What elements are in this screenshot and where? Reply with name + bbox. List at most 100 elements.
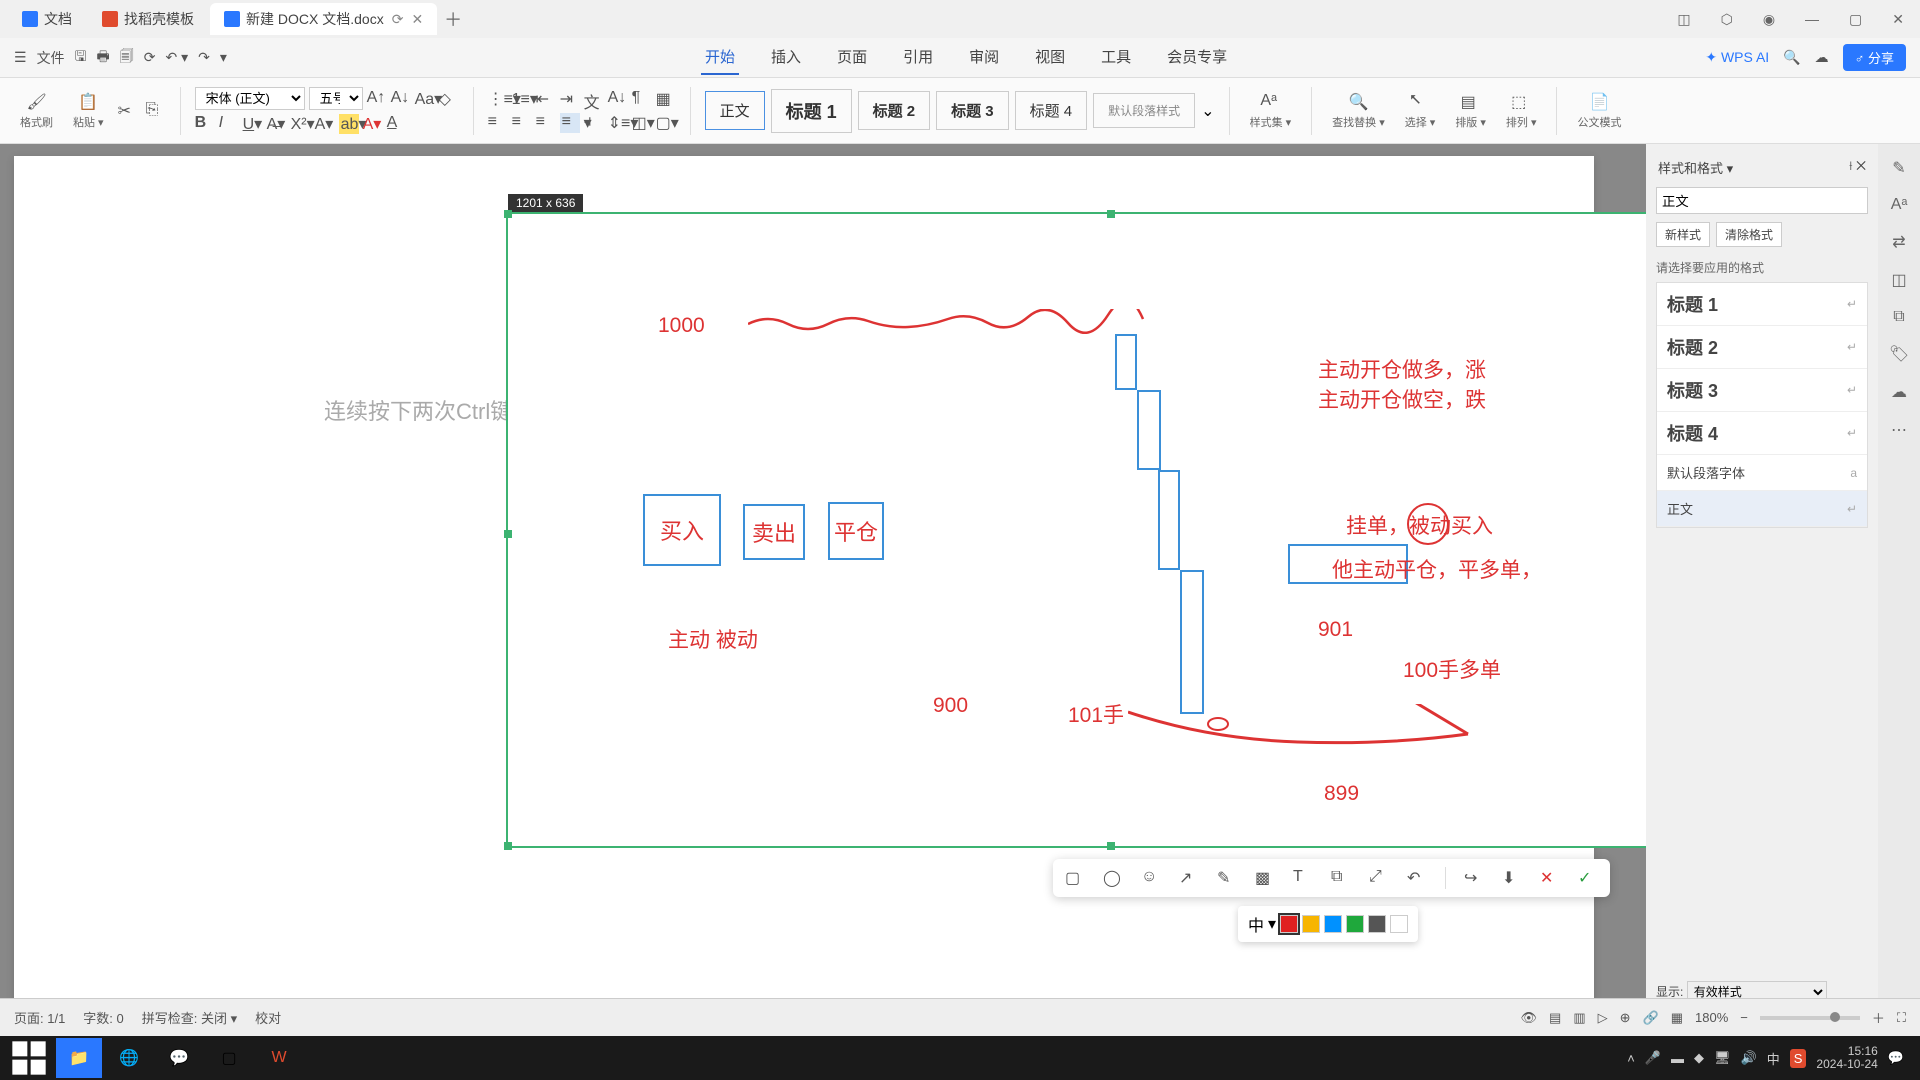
zoom-value[interactable]: 180% (1695, 1010, 1728, 1025)
borders-icon[interactable]: ▢▾ (656, 113, 676, 133)
sort-icon[interactable]: A↓ (608, 89, 628, 109)
download-tool-icon[interactable]: ⬇ (1502, 868, 1522, 888)
style-default[interactable]: 默认段落样式 (1093, 93, 1195, 128)
select-button[interactable]: ⭦选择 ▾ (1399, 92, 1442, 130)
mosaic-tool-icon[interactable]: ▩ (1255, 868, 1275, 888)
italic-icon[interactable]: I (219, 114, 239, 134)
zoom-out-icon[interactable]: − (1740, 1010, 1748, 1025)
tab-member[interactable]: 会员专享 (1163, 40, 1231, 75)
style-item-default[interactable]: 默认段落字体a (1657, 455, 1867, 491)
color-green[interactable] (1346, 915, 1364, 933)
share-tool-icon[interactable]: ↪ (1464, 868, 1484, 888)
tab-review[interactable]: 审阅 (965, 40, 1003, 75)
cut-icon[interactable]: ✂ (118, 101, 138, 121)
avatar-icon[interactable]: ◉ (1755, 7, 1783, 32)
text-direction-icon[interactable]: 文▾ (584, 89, 604, 109)
save-icon[interactable]: 🖫 (75, 46, 87, 70)
share-button[interactable]: ♂ 分享 (1843, 44, 1906, 71)
outdent-icon[interactable]: ⇤ (536, 89, 556, 109)
current-style-input[interactable] (1656, 187, 1868, 214)
close-icon[interactable]: ✕ (411, 11, 423, 28)
close-tab-icon[interactable]: ⟳ (392, 11, 404, 28)
winctrl-icon[interactable]: ◫ (1669, 7, 1698, 32)
tray-app-icon[interactable]: ◆ (1694, 1050, 1704, 1066)
undo-tool-icon[interactable]: ↶ (1407, 868, 1427, 888)
refresh-icon[interactable]: ⟳ (144, 49, 156, 66)
color-yellow[interactable] (1302, 915, 1320, 933)
tab-tools[interactable]: 工具 (1097, 40, 1135, 75)
view-page-icon[interactable]: ▤ (1549, 1010, 1561, 1026)
pin-icon[interactable]: ⟊ (1849, 158, 1852, 173)
close-window-icon[interactable]: ✕ (1884, 7, 1912, 32)
zoom-in-icon[interactable]: ＋ (1872, 1008, 1885, 1027)
close-panel-icon[interactable]: ✕ (1856, 158, 1866, 173)
tray-ime[interactable]: 中 (1767, 1049, 1780, 1068)
tray-up-icon[interactable]: ˄ (1627, 1051, 1635, 1066)
print-preview-icon[interactable]: 🗐 (120, 46, 134, 70)
screenshot-region[interactable]: 1000 买入 卖出 平仓 主动 被动 900 101手 主动开仓做多，涨 主动… (506, 212, 1707, 848)
tab-page[interactable]: 页面 (833, 40, 871, 75)
tab-start[interactable]: 开始 (701, 40, 739, 75)
grid-icon[interactable]: ▦ (656, 89, 676, 109)
doc-mode-button[interactable]: 📄公文模式 (1571, 92, 1627, 130)
pin-tool-icon[interactable]: ⤢ (1369, 868, 1389, 888)
word-count[interactable]: 字数: 0 (83, 1008, 123, 1027)
font-size-select[interactable]: 五号 (309, 87, 363, 110)
emoji-tool-icon[interactable]: ☺ (1141, 868, 1161, 888)
tab-insert[interactable]: 插入 (767, 40, 805, 75)
tab-reference[interactable]: 引用 (899, 40, 937, 75)
font-effect-icon[interactable]: A▾ (315, 114, 335, 134)
line-spacing-icon[interactable]: ⇕≡▾ (608, 113, 628, 133)
tag-icon[interactable]: 🏷 (1889, 344, 1909, 364)
format-brush-group[interactable]: 🖌 格式刷 (14, 92, 59, 130)
style-icon[interactable]: Aᵃ (1891, 196, 1908, 214)
style-h2[interactable]: 标题 2 (858, 91, 931, 130)
ellipse-tool-icon[interactable]: ◯ (1103, 868, 1123, 888)
fullscreen-icon[interactable]: ⛶ (1897, 1010, 1906, 1026)
resize-handle[interactable] (504, 530, 512, 538)
proofread-button[interactable]: 校对 (255, 1008, 281, 1027)
hamburger-icon[interactable]: ☰ (14, 49, 27, 66)
clear-format-icon[interactable]: ◇ (439, 89, 459, 109)
color-red[interactable] (1280, 915, 1298, 933)
color-gray[interactable] (1368, 915, 1386, 933)
tab-templates[interactable]: 找稻壳模板 (88, 3, 208, 35)
char-border-icon[interactable]: A̲ (387, 114, 407, 134)
grid-view-icon[interactable]: ▦ (1671, 1010, 1683, 1026)
change-case-icon[interactable]: Aa▾ (415, 89, 435, 109)
chevron-down-icon[interactable]: ▾ (1268, 914, 1276, 934)
link-icon[interactable]: 🔗 (1643, 1010, 1659, 1026)
eye-icon[interactable]: 👁 (1521, 1010, 1538, 1026)
clear-format-button[interactable]: 清除格式 (1716, 222, 1782, 247)
style-h4[interactable]: 标题 4 (1015, 91, 1088, 130)
wps-ai-button[interactable]: ✦ WPS AI (1705, 49, 1769, 66)
winctrl-icon[interactable]: ⬡ (1713, 7, 1741, 32)
swap-icon[interactable]: ⇄ (1892, 232, 1905, 252)
resize-handle[interactable] (1107, 842, 1115, 850)
new-style-button[interactable]: 新样式 (1656, 222, 1710, 247)
resize-handle[interactable] (504, 210, 512, 218)
style-item-h1[interactable]: 标题 1↵ (1657, 283, 1867, 326)
style-item-h4[interactable]: 标题 4↵ (1657, 412, 1867, 455)
tray-battery-icon[interactable]: ▬ (1671, 1051, 1684, 1066)
show-marks-icon[interactable]: ¶ (632, 89, 652, 109)
find-replace-button[interactable]: 🔍查找替换 ▾ (1326, 92, 1391, 130)
style-set-button[interactable]: Aᵃ样式集 ▾ (1244, 92, 1298, 130)
redo-icon[interactable]: ↷ (198, 49, 210, 66)
align-left-icon[interactable]: ≡ (488, 113, 508, 133)
file-menu[interactable]: 文件 (37, 48, 65, 68)
tab-documents[interactable]: 文档 (8, 3, 86, 35)
tray-sogou-icon[interactable]: S (1790, 1049, 1807, 1068)
size-label[interactable]: 中 (1248, 912, 1264, 936)
style-item-body[interactable]: 正文↵ (1657, 491, 1867, 527)
task-wps[interactable]: W (256, 1038, 302, 1078)
edit-icon[interactable]: ✎ (1892, 158, 1905, 178)
tray-clock[interactable]: 15:16 2024-10-24 (1816, 1045, 1877, 1071)
rect-tool-icon[interactable]: ▢ (1065, 868, 1085, 888)
bullets-icon[interactable]: ⋮≡▾ (488, 89, 508, 109)
font-color-icon[interactable]: A▾ (363, 114, 383, 134)
numbering-icon[interactable]: 1≡▾ (512, 89, 532, 109)
confirm-tool-icon[interactable]: ✓ (1578, 868, 1598, 888)
chevron-down-icon[interactable]: ▾ (220, 49, 227, 66)
color-blue[interactable] (1324, 915, 1342, 933)
